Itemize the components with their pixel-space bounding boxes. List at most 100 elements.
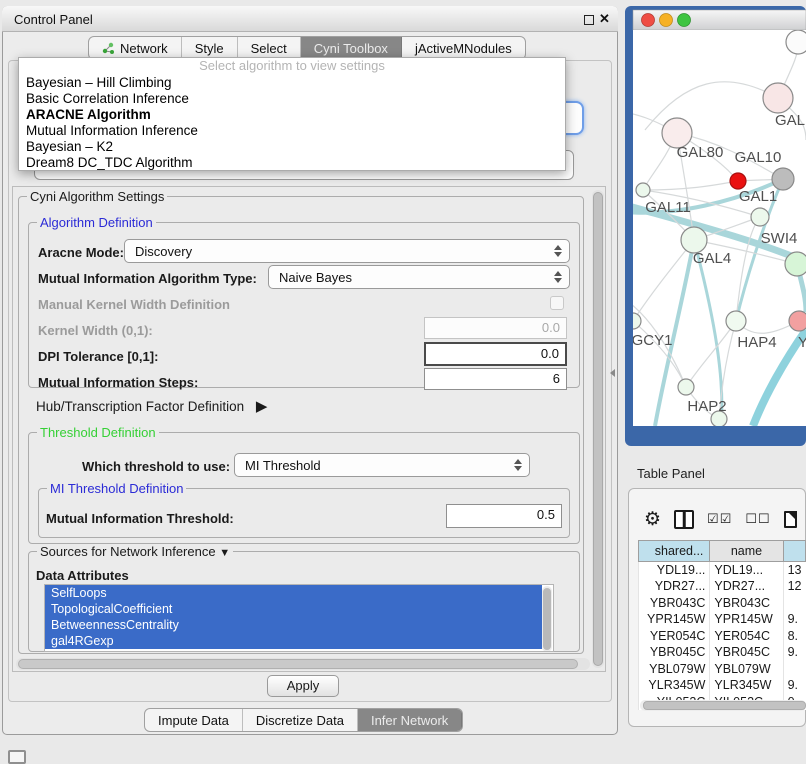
algorithm-select-popup: Select algorithm to view settings Bayesi… [18, 57, 566, 171]
data-attributes-label: Data Attributes [36, 568, 129, 583]
table-row[interactable]: YER054CYER054C8. [639, 628, 806, 645]
tab-discretize-data[interactable]: Discretize Data [243, 709, 358, 731]
kernel-width-field: 0.0 [424, 317, 567, 339]
list-item[interactable]: TopologicalCoefficient [45, 601, 542, 617]
algorithm-definition-title: Algorithm Definition [37, 215, 156, 230]
node-attribute-table: shared... name YDL19...YDL19...13 YDR27.… [638, 540, 806, 710]
cyni-bottom-tabs: Impute Data Discretize Data Infer Networ… [144, 708, 463, 732]
table-row[interactable]: YBR043CYBR043C [639, 595, 806, 612]
node-label: Y [798, 334, 806, 351]
expander-down-icon[interactable]: ▼ [219, 547, 230, 559]
node-label: HAP2 [687, 398, 726, 415]
network-icon [102, 42, 115, 55]
scrollbar-thumb[interactable] [643, 701, 806, 710]
table-row[interactable]: YDR27...YDR27...12 [639, 578, 806, 595]
close-traffic-light[interactable] [642, 14, 655, 27]
table-row[interactable]: YBR045CYBR045C9. [639, 644, 806, 661]
popup-prompt: Select algorithm to view settings [19, 58, 565, 75]
mi-algorithm-type-combo[interactable]: Naive Bayes [268, 265, 570, 289]
table-row[interactable]: YBL079WYBL079W [639, 661, 806, 678]
column-header-shared[interactable]: shared... [639, 541, 710, 562]
menu-item[interactable]: Basic Correlation Inference [19, 91, 565, 107]
scrollbar-thumb[interactable] [18, 659, 578, 669]
column-header-name[interactable]: name [710, 541, 783, 562]
menu-item[interactable]: Bayesian – Hill Climbing [19, 75, 565, 91]
minimize-traffic-light[interactable] [660, 14, 673, 27]
mi-algorithm-type-label: Mutual Information Algorithm Type: [38, 271, 257, 286]
node-salmon[interactable] [789, 311, 806, 331]
mi-threshold-definition-title: MI Threshold Definition [47, 481, 186, 496]
apply-button[interactable]: Apply [267, 675, 339, 697]
tab-impute-data[interactable]: Impute Data [145, 709, 243, 731]
manual-kernel-width-checkbox[interactable] [550, 296, 564, 310]
panel-splitter-handle[interactable] [606, 369, 615, 377]
list-item[interactable]: SelfLoops [45, 585, 542, 601]
menu-item[interactable]: Bayesian – K2 [19, 139, 565, 155]
node-label: GAL10 [735, 149, 782, 166]
tab-network-label: Network [120, 41, 168, 56]
mi-steps-field[interactable]: 6 [424, 368, 567, 390]
network-window-titlebar[interactable] [633, 10, 806, 30]
node-gal10[interactable] [772, 168, 794, 190]
hub-definition-expander[interactable]: Hub/Transcription Factor Definition ▶ [36, 397, 267, 415]
page-icon[interactable] [784, 511, 797, 528]
close-icon[interactable]: ✕ [599, 11, 610, 27]
node-label: GCY1 [632, 332, 673, 349]
list-item[interactable]: gal4RGexp [45, 633, 542, 649]
scrollbar-thumb[interactable] [593, 192, 603, 666]
node-swi4[interactable] [785, 252, 806, 276]
node-label: GAL11 [645, 199, 691, 216]
hub-definition-label: Hub/Transcription Factor Definition [36, 399, 244, 414]
node-gal11[interactable] [636, 183, 650, 197]
node-label: GAL [775, 112, 805, 129]
table-row[interactable]: YLR345WYLR345W9. [639, 677, 806, 694]
menu-item[interactable]: Mutual Information Inference [19, 123, 565, 139]
table-row[interactable]: YDL19...YDL19...13 [639, 562, 806, 579]
list-scrollbar[interactable] [542, 586, 552, 652]
columns-icon[interactable] [674, 510, 694, 529]
which-threshold-label: Which threshold to use: [82, 459, 230, 474]
table-row[interactable]: YPR145WYPR145W9. [639, 611, 806, 628]
tab-jactivemnodules[interactable]: jActiveMNodules [402, 37, 525, 59]
combo-spinner-icon [514, 455, 522, 475]
zoom-traffic-light[interactable] [678, 14, 691, 27]
node-gal-partial[interactable] [763, 83, 793, 113]
dpi-tolerance-field[interactable]: 0.0 [424, 342, 567, 366]
menu-item[interactable]: Dream8 DC_TDC Algorithm [19, 155, 565, 171]
tab-style[interactable]: Style [182, 37, 238, 59]
node-top-partial[interactable] [786, 30, 806, 54]
node-label: HAP4 [737, 334, 776, 351]
tab-network[interactable]: Network [89, 37, 182, 59]
combo-spinner-icon [554, 267, 562, 287]
network-view-window: GAL GAL80 GAL10 GAL1 GAL11 GAL4 SWI4 GCY… [625, 0, 806, 446]
control-panel-title: Control Panel [14, 12, 93, 27]
which-threshold-combo[interactable]: MI Threshold [234, 453, 530, 477]
node-label: GAL80 [677, 144, 724, 161]
menu-item-selected[interactable]: ARACNE Algorithm [19, 107, 565, 123]
gear-icon[interactable]: ⚙ [644, 510, 661, 529]
kernel-width-label: Kernel Width (0,1): [38, 323, 153, 338]
aracne-mode-label: Aracne Mode: [38, 245, 124, 260]
list-item[interactable]: BetweennessCentrality [45, 617, 542, 633]
tab-infer-network[interactable]: Infer Network [358, 709, 462, 731]
tab-select[interactable]: Select [238, 37, 301, 59]
scrollbar-thumb[interactable] [543, 588, 551, 650]
deselect-all-checkboxes-icon[interactable]: ☐☐ [745, 511, 770, 527]
manual-kernel-width-label: Manual Kernel Width Definition [38, 297, 230, 312]
node-label: GAL1 [739, 188, 777, 205]
node-red[interactable] [730, 173, 746, 189]
dpi-tolerance-label: DPI Tolerance [0,1]: [38, 349, 158, 364]
node-hap4[interactable] [726, 311, 746, 331]
node-hap2[interactable] [678, 379, 694, 395]
select-all-checkboxes-icon[interactable]: ☑☑ [707, 511, 732, 527]
threshold-definition-title: Threshold Definition [37, 425, 159, 440]
tab-cyni-toolbox[interactable]: Cyni Toolbox [301, 37, 402, 59]
data-attributes-list[interactable]: SelfLoops TopologicalCoefficient Between… [44, 584, 554, 652]
node-label: GAL4 [693, 250, 731, 267]
aracne-mode-combo[interactable]: Discovery [124, 239, 570, 263]
column-header-partial[interactable] [783, 541, 805, 562]
float-window-icon[interactable] [584, 15, 594, 25]
node-gal1[interactable] [751, 208, 769, 226]
mi-threshold-field[interactable]: 0.5 [446, 504, 562, 528]
table-panel-toolbar: ⚙ ☑☑ ☐☐ [634, 500, 806, 538]
